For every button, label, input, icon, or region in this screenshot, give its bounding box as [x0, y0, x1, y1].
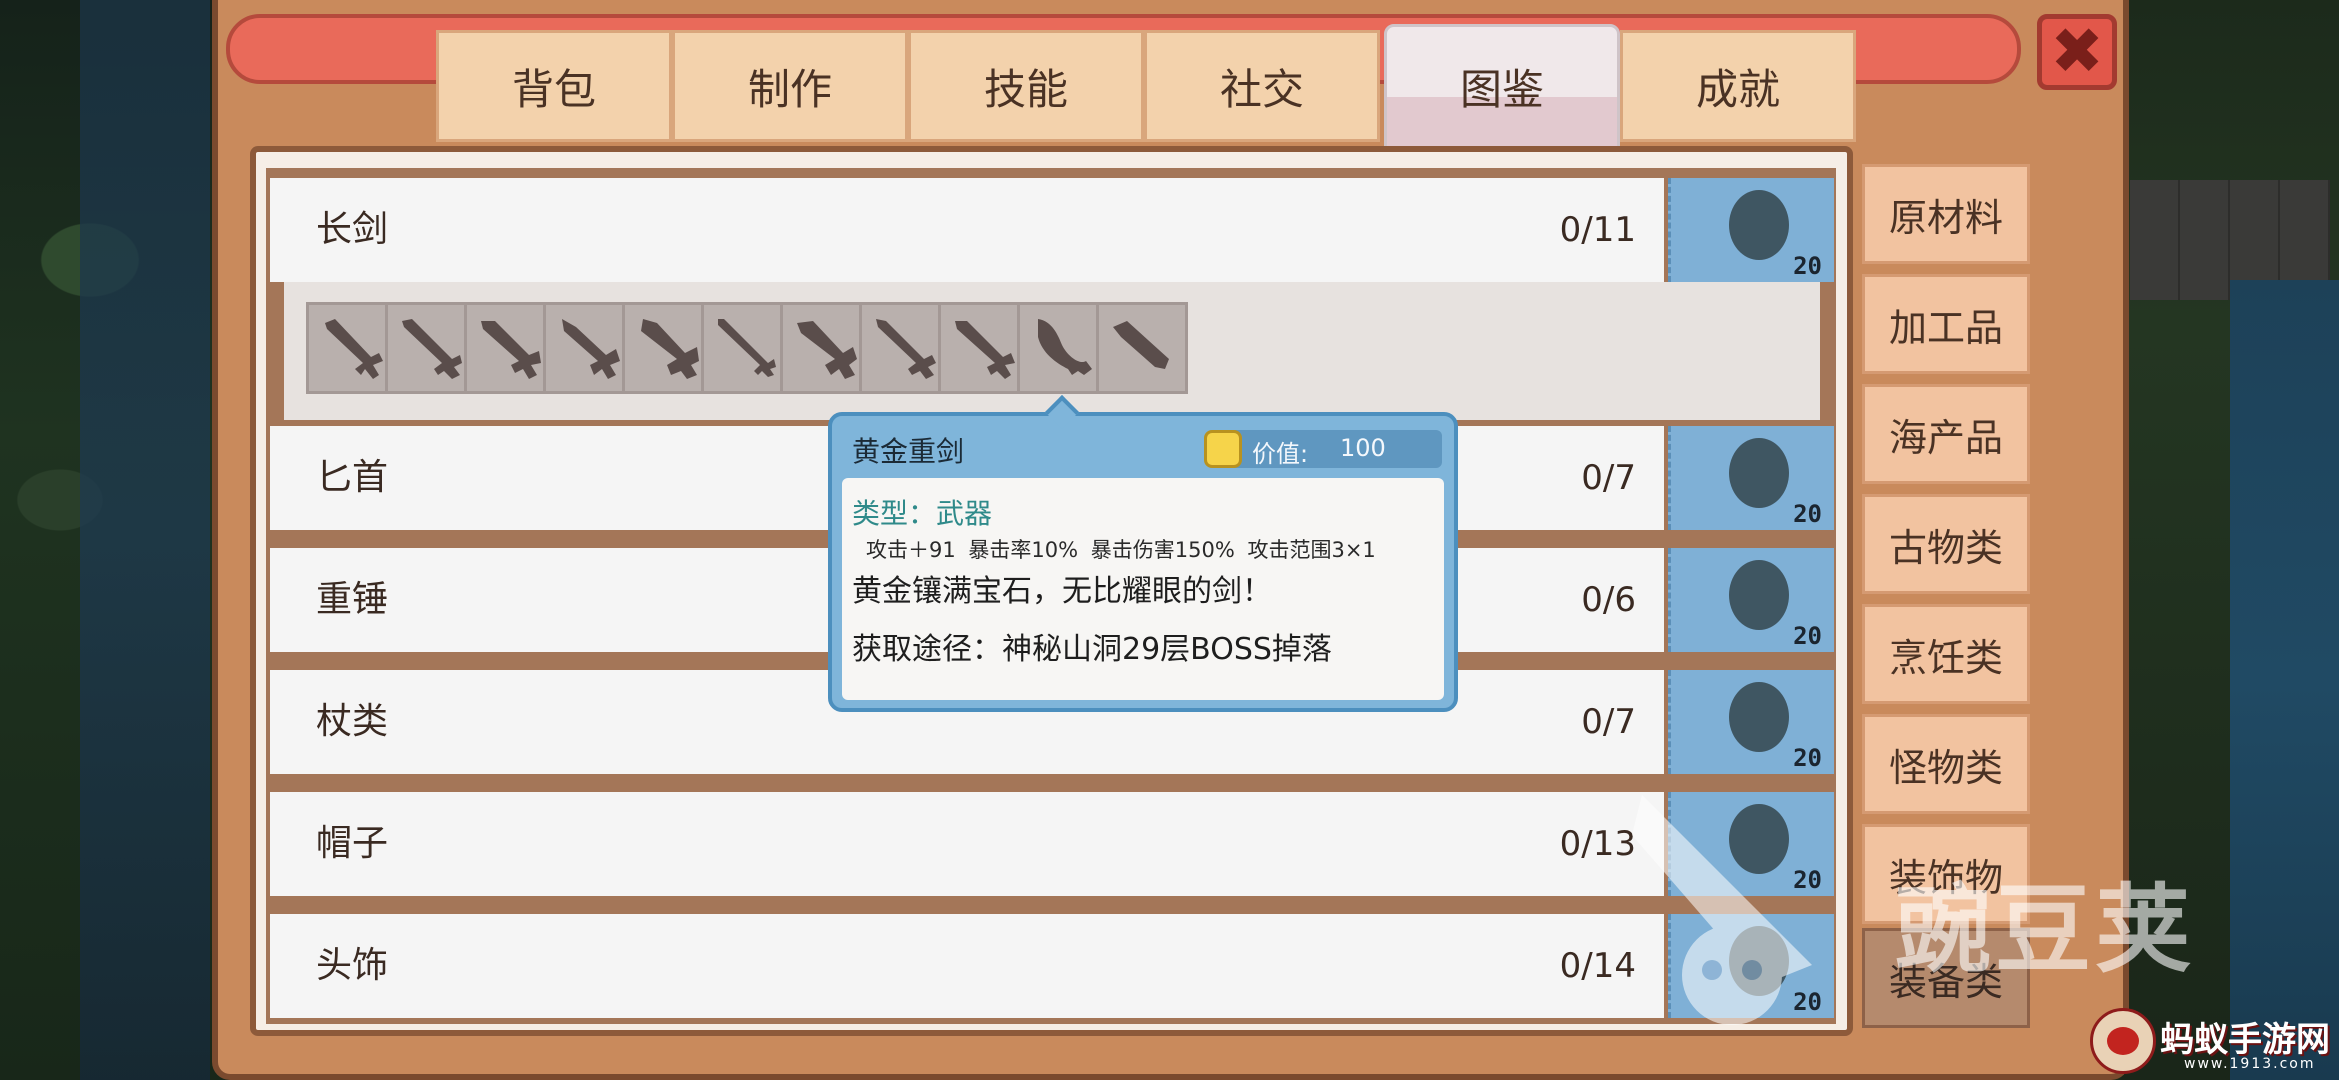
- game-world-left: [0, 0, 230, 1080]
- tab-label: 成就: [1695, 64, 1780, 114]
- side-cat-raw-materials[interactable]: 原材料: [1862, 164, 2030, 264]
- category-row-hat[interactable]: 帽子 0/13 20: [270, 792, 1834, 896]
- badge-number: 20: [1793, 252, 1822, 280]
- value-box: [1210, 430, 1442, 468]
- sword-silhouette-icon: [402, 319, 462, 379]
- tab-label: 图鉴: [1459, 64, 1544, 114]
- category-badge: 20: [1668, 548, 1834, 652]
- sword-silhouette-icon: [562, 319, 620, 379]
- item-stats: 攻击＋91 暴击率10% 暴击伤害150% 攻击范围3×1: [866, 538, 1376, 562]
- badge-number: 20: [1793, 622, 1822, 650]
- category-name: 头饰: [316, 945, 389, 986]
- tab-social[interactable]: 社交: [1144, 30, 1380, 142]
- blade-silhouette-icon: [1113, 321, 1169, 369]
- orb-icon: [1729, 438, 1789, 508]
- sword-silhouette-icon: [481, 321, 541, 379]
- tab-label: 社交: [1219, 64, 1304, 114]
- tab-backpack[interactable]: 背包: [436, 30, 672, 142]
- sword-silhouette-icon: [876, 319, 936, 379]
- badge-number: 20: [1793, 744, 1822, 772]
- close-icon: ✖: [2050, 15, 2104, 89]
- orb-icon: [1729, 682, 1789, 752]
- category-badge: 20: [1668, 178, 1834, 282]
- category-badge: 20: [1668, 426, 1834, 530]
- item-source: 获取途径：神秘山洞29层BOSS掉落: [852, 632, 1332, 667]
- category-name: 帽子: [316, 823, 389, 864]
- tab-label: 背包: [511, 64, 596, 114]
- category-badge: 20: [1668, 670, 1834, 774]
- category-count: 0/6: [1581, 580, 1636, 620]
- category-name: 匕首: [316, 457, 389, 498]
- tab-crafting[interactable]: 制作: [672, 30, 908, 142]
- item-name: 黄金重剑: [852, 435, 965, 468]
- site-logo: 蚂蚁手游网 www.1913.com: [2090, 1008, 2330, 1076]
- coin-icon: [1204, 430, 1242, 468]
- pond: [2230, 280, 2339, 1080]
- category-name: 杖类: [316, 701, 389, 742]
- category-count: 0/7: [1581, 702, 1636, 742]
- close-button[interactable]: ✖: [2037, 14, 2117, 90]
- category-count: 0/7: [1581, 458, 1636, 498]
- side-cat-seafood[interactable]: 海产品: [1862, 384, 2030, 484]
- item-description: 黄金镶满宝石，无比耀眼的剑！: [852, 574, 1272, 609]
- item-value: 100: [1340, 434, 1386, 462]
- sword-silhouette-icon: [955, 321, 1015, 379]
- ant-logo-icon: [2090, 1008, 2156, 1074]
- badge-number: 20: [1793, 500, 1822, 528]
- category-count: 0/11: [1559, 210, 1636, 250]
- orb-icon: [1729, 190, 1789, 260]
- tab-skills[interactable]: 技能: [908, 30, 1144, 142]
- tab-achievements[interactable]: 成就: [1620, 30, 1856, 142]
- river: [80, 0, 210, 1080]
- category-row-headwear[interactable]: 头饰 0/14 20: [270, 914, 1834, 1018]
- tab-label: 制作: [747, 64, 832, 114]
- scimitar-silhouette-icon: [1038, 319, 1092, 375]
- sword-slot[interactable]: [1096, 302, 1188, 394]
- side-cat-label: 古物类: [1888, 525, 2003, 570]
- side-cat-antiques[interactable]: 古物类: [1862, 494, 2030, 594]
- sword-silhouette-icon: [718, 319, 776, 377]
- item-type: 类型：武器: [852, 497, 993, 530]
- logo-url: www.1913.com: [2184, 1056, 2316, 1072]
- side-cat-processed[interactable]: 加工品: [1862, 274, 2030, 374]
- item-tooltip: 黄金重剑 价值: 100 类型：武器 攻击＋91 暴击率10% 暴击伤害150%…: [828, 395, 1458, 712]
- sword-silhouette-icon: [325, 319, 383, 379]
- side-cat-label: 加工品: [1888, 305, 2003, 350]
- side-cat-label: 怪物类: [1888, 745, 2003, 790]
- side-cat-label: 海产品: [1888, 415, 2003, 460]
- category-row-longsword[interactable]: 长剑 0/11 20: [270, 178, 1834, 282]
- orb-icon: [1729, 560, 1789, 630]
- watermark-text: 豌豆荚: [1895, 874, 2195, 986]
- item-slots: [284, 282, 1820, 420]
- tab-bar: 背包 制作 技能 社交 图鉴 成就: [436, 24, 1856, 148]
- tab-collection[interactable]: 图鉴: [1384, 24, 1620, 148]
- tab-label: 技能: [983, 64, 1068, 114]
- side-cat-monsters[interactable]: 怪物类: [1862, 714, 2030, 814]
- sword-silhouette-icon: [797, 321, 857, 379]
- sword-silhouette-icon: [641, 319, 699, 379]
- category-name: 长剑: [316, 209, 389, 250]
- watermark-logo-icon: [1632, 795, 1812, 1025]
- logo-brand: 蚂蚁手游网: [2160, 1020, 2330, 1060]
- side-cat-label: 烹饪类: [1888, 635, 2003, 680]
- side-cat-label: 原材料: [1888, 195, 2003, 240]
- category-name: 重锤: [316, 579, 389, 620]
- value-label: 价值:: [1252, 440, 1309, 468]
- side-cat-cooking[interactable]: 烹饪类: [1862, 604, 2030, 704]
